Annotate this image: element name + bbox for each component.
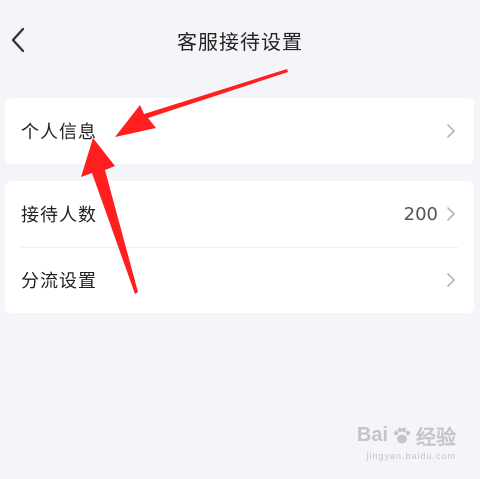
row-value: 200 — [403, 203, 438, 225]
row-reception-count[interactable]: 接待人数 200 — [5, 181, 474, 247]
row-label: 接待人数 — [21, 205, 97, 226]
page-title: 客服接待设置 — [177, 30, 303, 54]
chevron-right-icon — [447, 273, 455, 287]
chevron-right-icon — [447, 124, 455, 138]
watermark-url: jingyan.baidu.com — [366, 451, 456, 461]
row-label: 个人信息 — [21, 122, 97, 143]
chevron-right-icon — [447, 207, 455, 221]
paw-icon — [393, 427, 411, 443]
row-diversion-settings[interactable]: 分流设置 — [5, 247, 474, 313]
watermark-brand: Bai 经验 — [356, 424, 456, 449]
row-personal-info[interactable]: 个人信息 — [5, 98, 474, 164]
settings-group-profile: 个人信息 — [5, 98, 474, 164]
row-label: 分流设置 — [21, 271, 97, 292]
navbar: 客服接待设置 — [0, 0, 480, 80]
settings-group-reception: 接待人数 200 分流设置 — [5, 181, 474, 313]
watermark: Bai 经验 jingyan.baidu.com — [357, 421, 456, 461]
